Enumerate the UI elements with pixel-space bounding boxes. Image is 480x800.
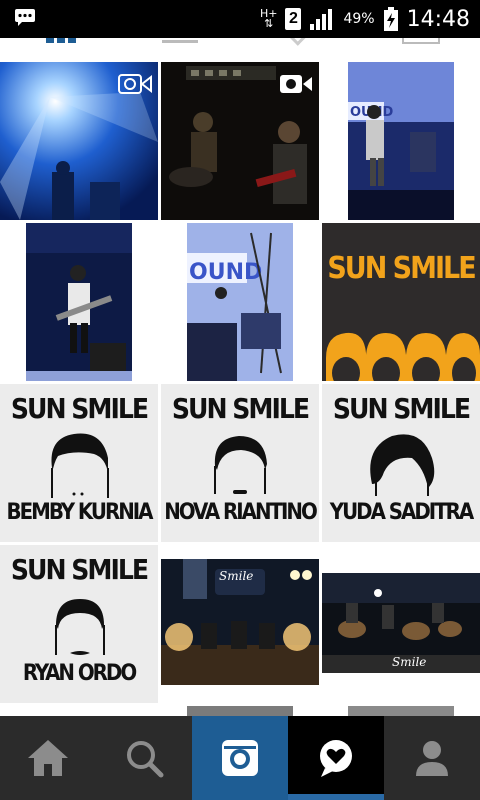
grid-item-stage-photo-3[interactable]: OUND — [161, 223, 319, 381]
concert-photo — [0, 223, 158, 381]
grid-item-stage-photo-2[interactable] — [0, 223, 158, 381]
face-silhouette-icon — [214, 436, 267, 494]
poster-name-text: YUDA SADITRA — [329, 500, 474, 525]
grid-item-concert-video-1[interactable] — [0, 62, 158, 220]
activity-heart-icon — [320, 740, 352, 777]
face-silhouette-icon — [55, 599, 105, 655]
profile-view-tabs — [0, 38, 480, 60]
grid-item-partial-1[interactable] — [161, 706, 319, 716]
video-camera-icon — [280, 75, 312, 93]
grid-item-poster-nova[interactable]: SUN SMILE NOVA RIANTINO — [161, 384, 319, 542]
search-icon — [127, 741, 164, 778]
photo-grid: OUND OUND — [0, 62, 480, 716]
active-tab-indicator — [288, 794, 384, 800]
photo-logo-text: Smile — [392, 655, 427, 669]
poster-brand-text: SUN SMILE — [332, 392, 471, 425]
list-view-tab[interactable] — [162, 40, 198, 43]
nav-camera-button[interactable] — [192, 716, 288, 800]
grid-item-acoustic-photo-2[interactable]: Smile — [322, 545, 480, 703]
poster-name-text: BEMBY KURNIA — [6, 500, 154, 525]
nav-activity-button[interactable] — [288, 716, 384, 800]
face-silhouette-icon — [370, 434, 435, 496]
profile-icon — [416, 741, 448, 776]
poster-name-text: NOVA RIANTINO — [164, 500, 318, 525]
bottom-nav — [0, 716, 480, 800]
notification-chat-icon — [15, 9, 35, 26]
grid-item-partial-2[interactable] — [322, 706, 480, 716]
video-camera-icon — [118, 74, 152, 94]
poster-brand-text: SUN SMILE — [10, 392, 149, 425]
face-silhouette-icon — [51, 433, 109, 498]
signal-bars-icon — [310, 9, 333, 30]
concert-photo: OUND — [161, 223, 319, 381]
nav-home-button[interactable] — [0, 716, 96, 800]
concert-photo: OUND — [322, 62, 480, 220]
grid-item-poster-bemby[interactable]: SUN SMILE BEMBY KURNIA — [0, 384, 158, 542]
clock: 14:48 — [406, 6, 470, 32]
sim-slot-badge: 2 — [285, 8, 302, 30]
nav-profile-button[interactable] — [384, 716, 480, 800]
status-bar: H+ ⇅ 2 49% 14:48 — [0, 0, 480, 38]
camera-icon — [222, 740, 258, 776]
photo-logo-text: Smile — [219, 569, 254, 583]
svg-text:OUND: OUND — [189, 260, 262, 285]
grid-item-poster-ryan[interactable]: SUN SMILE RYAN ORDO — [0, 545, 158, 703]
home-icon — [28, 740, 68, 776]
concert-photo — [322, 545, 480, 703]
map-view-tab[interactable] — [290, 38, 310, 46]
battery-icon — [383, 7, 398, 31]
sunsmile-banner-art — [322, 223, 480, 381]
nav-search-button[interactable] — [96, 716, 192, 800]
poster-brand-text: SUN SMILE — [10, 553, 149, 586]
banner-brand-text: SUN SMILE — [327, 251, 476, 286]
grid-view-tab[interactable] — [46, 38, 76, 44]
tagged-view-tab[interactable] — [402, 38, 440, 44]
grid-item-stage-photo-1[interactable]: OUND — [322, 62, 480, 220]
poster-name-text: RYAN ORDO — [22, 661, 137, 686]
data-arrows-icon: H+ ⇅ — [259, 7, 278, 30]
grid-item-acoustic-photo-1[interactable]: Smile — [161, 545, 319, 703]
poster-brand-text: SUN SMILE — [171, 392, 310, 425]
grid-item-concert-video-2[interactable] — [161, 62, 319, 220]
grid-item-sunsmile-banner[interactable]: SUN SMILE — [322, 223, 480, 381]
battery-percentage: 49% — [343, 11, 375, 27]
grid-item-poster-yuda[interactable]: SUN SMILE YUDA SADITRA — [322, 384, 480, 542]
